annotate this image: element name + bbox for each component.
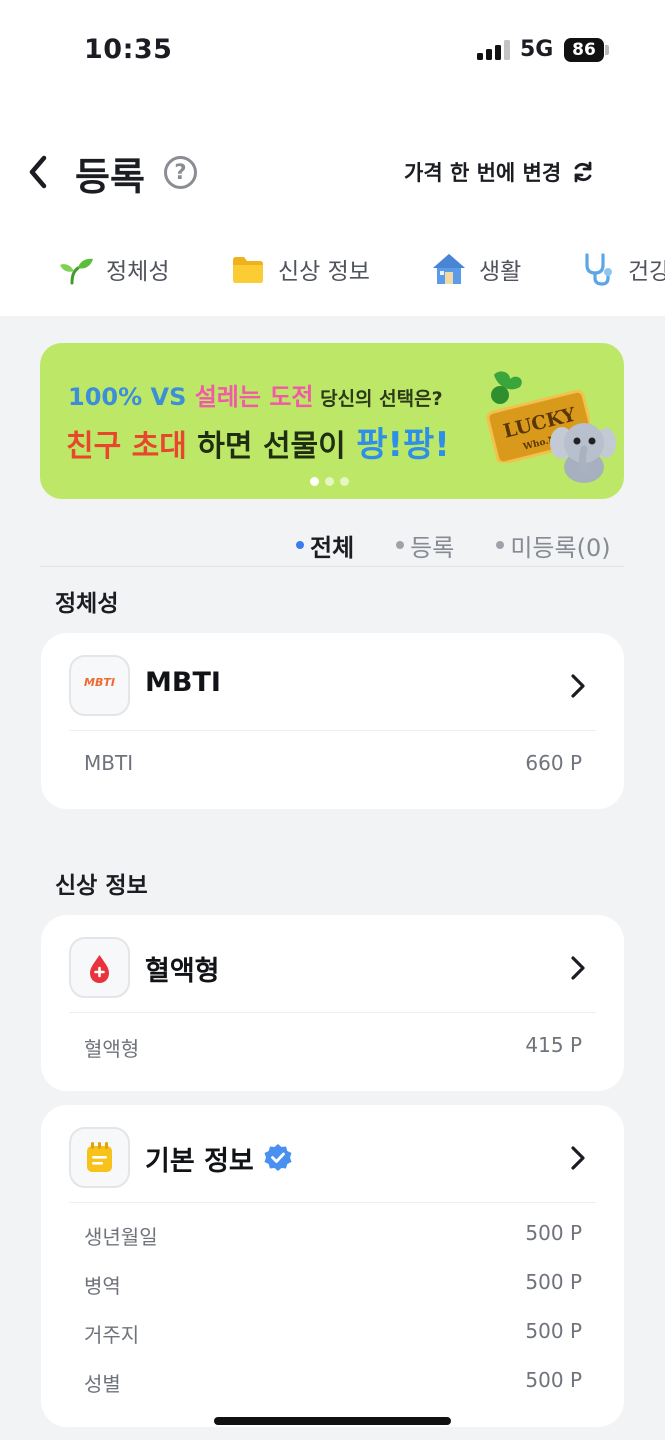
notepad-icon (69, 1127, 130, 1188)
status-time: 10:35 (84, 34, 173, 65)
card-divider (69, 730, 596, 731)
page-dot (310, 477, 319, 486)
section-title-personal: 신상 정보 (55, 873, 148, 899)
tab-identity[interactable]: 정체성 (58, 246, 169, 292)
row-label: 성별 (84, 1372, 121, 1396)
chevron-right-icon (571, 1146, 585, 1170)
banner-text: 설레는 도전 (194, 383, 314, 411)
filter-label: 전체 (310, 533, 355, 562)
row-label: MBTI (84, 751, 134, 775)
row-price: 500 P (525, 1368, 582, 1392)
network-type: 5G (520, 37, 554, 62)
section-title-identity: 정체성 (55, 591, 119, 617)
chevron-right-icon (571, 956, 585, 980)
filter-label: 등록 (410, 533, 455, 562)
banner-text: 팡!팡! (356, 425, 450, 465)
blood-drop-svg (90, 955, 109, 983)
banner-text: 당신의 선택은? (313, 388, 443, 410)
battery-tip (605, 45, 609, 55)
filter-dot (296, 541, 304, 549)
mbti-icon-text: MBTI (84, 676, 115, 689)
elephant-mascot-icon (550, 423, 616, 483)
page-dot (325, 477, 334, 486)
banner-text: 친구 초대 (66, 429, 187, 464)
basic-info-card[interactable]: 기본 정보 생년월일 500 P 병역 500 P 거주지 500 P 성별 5… (41, 1105, 624, 1427)
folder-icon (233, 257, 263, 283)
category-tabs: 정체성 신상 정보 생활 건강 (0, 246, 665, 292)
battery-icon: 86 (564, 38, 604, 62)
row-label: 병역 (84, 1274, 121, 1298)
chevron-right-icon (571, 674, 585, 698)
filter-dot (396, 541, 405, 549)
banner-pagination (310, 477, 349, 486)
tab-label: 신상 정보 (278, 259, 370, 285)
card-title: 혈액형 (145, 956, 220, 987)
verified-badge-icon (264, 1144, 292, 1171)
card-divider (69, 1012, 596, 1013)
tab-label: 건강 (628, 259, 665, 285)
signal-icon (477, 40, 511, 60)
notepad-svg (87, 1142, 112, 1172)
filter-dot (496, 541, 505, 549)
row-label: 생년월일 (84, 1225, 158, 1249)
banner-headline: 100% VS 설레는 도전 당신의 선택은? (68, 377, 443, 412)
page-dot (340, 477, 349, 486)
refresh-icon (574, 161, 592, 183)
filter-all[interactable]: 전체 (296, 528, 354, 563)
row-price: 500 P (525, 1270, 582, 1294)
blood-type-card[interactable]: 혈액형 혈액형 415 P (41, 915, 624, 1091)
question-circle-icon[interactable]: ? (164, 156, 197, 189)
row-price: 660 P (525, 751, 582, 775)
tab-health[interactable]: 건강 (580, 246, 665, 292)
tab-label: 정체성 (106, 259, 170, 285)
filter-label: 미등록(0) (510, 533, 611, 562)
divider (40, 566, 624, 567)
banner-text: 100% VS (68, 383, 195, 411)
tab-life[interactable]: 생활 (431, 246, 521, 292)
home-indicator[interactable] (214, 1417, 451, 1425)
row-price: 415 P (525, 1033, 582, 1057)
price-change-label: 가격 한 번에 변경 (404, 161, 562, 185)
mbti-card[interactable]: MBTI MBTI MBTI 660 P (41, 633, 624, 809)
sprout-icon (60, 258, 93, 285)
row-label: 혈액형 (84, 1037, 140, 1061)
page-title: 등록 (75, 155, 145, 199)
chevron-left-icon (29, 155, 47, 189)
row-price: 500 P (525, 1319, 582, 1343)
filter-row: 전체 등록 미등록(0) (296, 528, 611, 562)
promo-banner[interactable]: 100% VS 설레는 도전 당신의 선택은? 친구 초대 하면 선물이 팡!팡… (40, 343, 624, 499)
banner-text: 하면 선물이 (186, 429, 357, 464)
tab-personal-info[interactable]: 신상 정보 (230, 246, 370, 292)
card-title: 기본 정보 (145, 1146, 254, 1177)
blood-drop-icon (69, 937, 130, 998)
filter-registered[interactable]: 등록 (396, 528, 454, 563)
card-divider (69, 1202, 596, 1203)
banner-subheadline: 친구 초대 하면 선물이 팡!팡! (66, 417, 450, 466)
row-label: 거주지 (84, 1323, 140, 1347)
house-icon (433, 254, 465, 284)
filter-unregistered[interactable]: 미등록(0) (496, 528, 611, 563)
price-change-button[interactable]: 가격 한 번에 변경 (404, 156, 595, 188)
stethoscope-icon (585, 253, 612, 286)
card-title: MBTI (145, 667, 221, 698)
tab-label: 생활 (479, 259, 522, 285)
row-price: 500 P (525, 1221, 582, 1245)
mbti-icon: MBTI (69, 655, 130, 716)
back-button[interactable] (24, 152, 54, 192)
